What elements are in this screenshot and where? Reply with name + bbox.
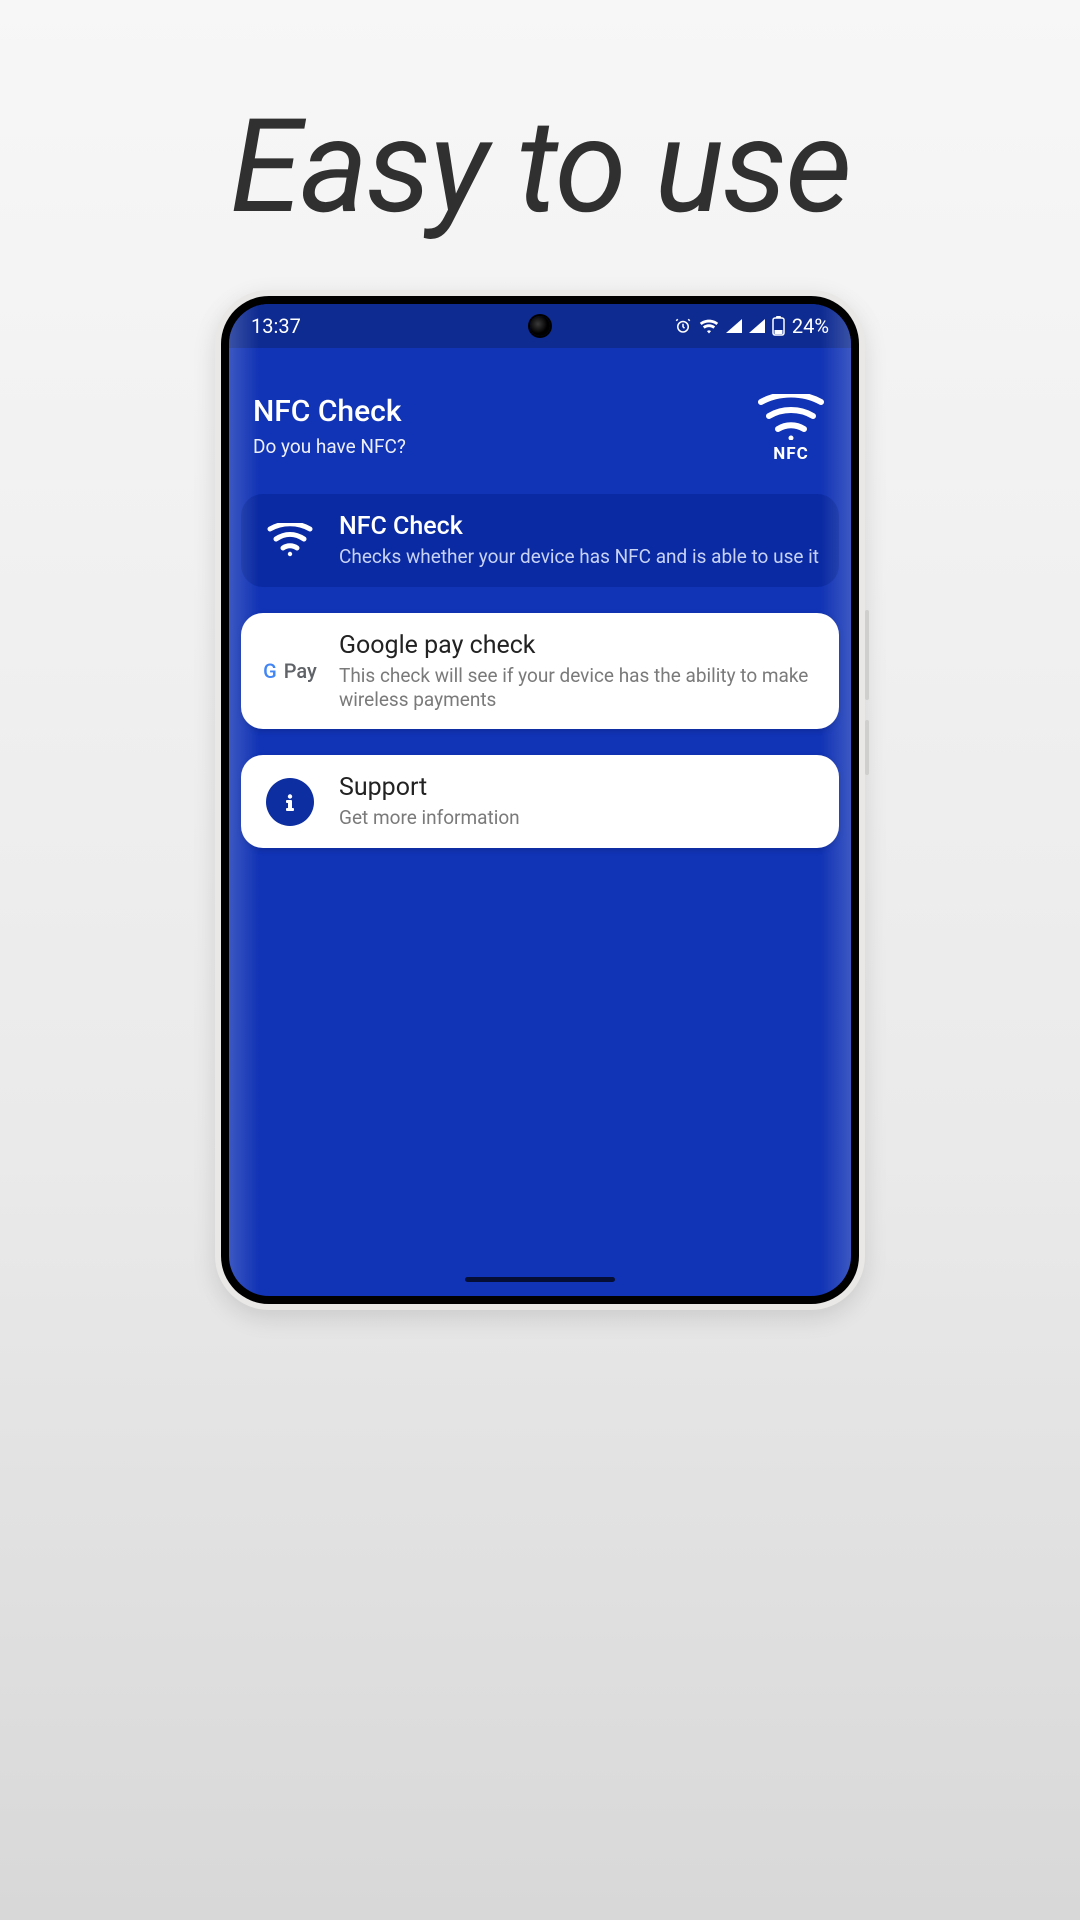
card-title: NFC Check (339, 512, 819, 541)
signal-icon (749, 319, 765, 333)
nfc-wave-icon (755, 394, 827, 440)
card-text: Google pay check This check will see if … (339, 631, 819, 712)
device-side-button (865, 720, 869, 775)
nfc-logo: NFC (755, 394, 827, 464)
gesture-nav-bar[interactable] (465, 1277, 615, 1282)
card-text: Support Get more information (339, 773, 819, 830)
card-title: Google pay check (339, 631, 819, 660)
card-subtitle: Get more information (339, 806, 819, 830)
app-subtitle: Do you have NFC? (253, 435, 406, 458)
wifi-icon (261, 523, 319, 557)
device-bezel: 13:37 24% (221, 296, 859, 1304)
device-side-button (865, 610, 869, 700)
card-text: NFC Check Checks whether your device has… (339, 512, 819, 569)
device-screen: 13:37 24% (229, 304, 851, 1296)
card-subtitle: Checks whether your device has NFC and i… (339, 545, 819, 569)
signal-icon (726, 319, 742, 333)
app-header-text: NFC Check Do you have NFC? (253, 394, 406, 458)
app-header: NFC Check Do you have NFC? NFC (229, 348, 851, 494)
info-icon (261, 778, 319, 826)
wifi-icon (699, 318, 719, 334)
card-subtitle: This check will see if your device has t… (339, 664, 819, 712)
card-list: NFC Check Checks whether your device has… (229, 494, 851, 848)
status-battery-text: 24% (792, 314, 829, 338)
device-frame: 13:37 24% (215, 290, 865, 1310)
promo-headline: Easy to use (0, 90, 1080, 243)
status-bar: 13:37 24% (229, 304, 851, 348)
card-gpay-check[interactable]: G Pay Google pay check This check will s… (241, 613, 839, 730)
app-title: NFC Check (253, 394, 406, 429)
alarm-icon (674, 317, 692, 335)
nfc-logo-label: NFC (755, 444, 827, 464)
battery-icon (772, 316, 785, 336)
card-support[interactable]: Support Get more information (241, 755, 839, 848)
status-right-cluster: 24% (674, 314, 829, 338)
gpay-icon: G Pay (261, 659, 319, 683)
status-time: 13:37 (251, 314, 301, 338)
card-title: Support (339, 773, 819, 802)
front-camera (530, 316, 550, 336)
card-nfc-check[interactable]: NFC Check Checks whether your device has… (241, 494, 839, 587)
